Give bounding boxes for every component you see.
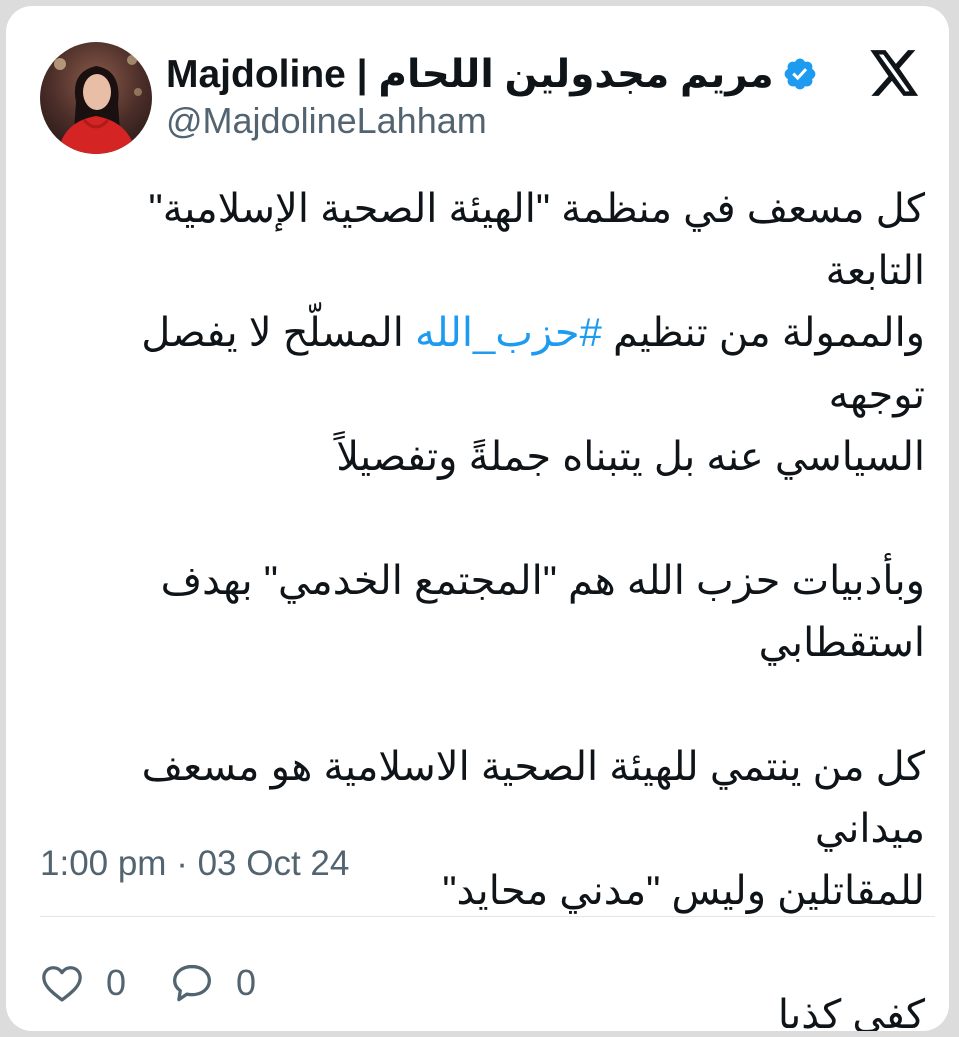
tweet-text-span: للمقاتلين وليس "مدني محايد": [442, 869, 925, 913]
like-button[interactable]: 0: [40, 962, 126, 1004]
tweet-line: استقطابي: [45, 612, 925, 674]
tweet-paragraph: وبأدبيات حزب الله هم "المجتمع الخدمي" به…: [45, 550, 925, 674]
reply-count: 0: [236, 962, 257, 1003]
tweet-line: كل من ينتمي للهيئة الصحية الاسلامية هو م…: [45, 736, 925, 860]
author-handle[interactable]: @MajdolineLahham: [166, 100, 487, 142]
tweet-line: كل مسعف في منظمة "الهيئة الصحية الإسلامي…: [45, 178, 925, 302]
display-name[interactable]: مريم مجدولين اللحام | Majdoline: [166, 52, 774, 97]
tweet-text-span: والممولة من تنظيم: [601, 311, 925, 355]
heart-icon: [40, 963, 84, 1003]
verified-badge-icon: [782, 56, 818, 92]
tweet-paragraph: كل من ينتمي للهيئة الصحية الاسلامية هو م…: [45, 736, 925, 922]
tweet-text-span: استقطابي: [758, 621, 925, 665]
hashtag-link[interactable]: #حزب_الله: [415, 311, 602, 355]
reply-button[interactable]: 0: [170, 962, 256, 1004]
tweet-card: مريم مجدولين اللحام | Majdoline @Majdoli…: [6, 6, 949, 1031]
comment-icon: [170, 962, 214, 1004]
tweet-text-span: كفى كذبا: [777, 993, 925, 1031]
tweet-text-span: وبأدبيات حزب الله هم "المجتمع الخدمي" به…: [160, 559, 925, 603]
divider: [40, 916, 935, 917]
author-name-row: مريم مجدولين اللحام | Majdoline: [166, 50, 818, 98]
tweet-text-span: السياسي عنه بل يتبناه جملةً وتفصيلاً: [336, 435, 925, 479]
tweet-line: السياسي عنه بل يتبناه جملةً وتفصيلاً: [45, 426, 925, 488]
tweet-actions: 0 0: [40, 958, 300, 1008]
x-logo-icon[interactable]: [870, 50, 920, 101]
avatar[interactable]: [40, 42, 152, 154]
tweet-timestamp[interactable]: 1:00 pm · 03 Oct 24: [40, 844, 349, 884]
tweet-text-span: كل من ينتمي للهيئة الصحية الاسلامية هو م…: [141, 745, 925, 851]
tweet-line: وبأدبيات حزب الله هم "المجتمع الخدمي" به…: [45, 550, 925, 612]
tweet-text-span: كل مسعف في منظمة "الهيئة الصحية الإسلامي…: [148, 187, 925, 293]
like-count: 0: [106, 962, 127, 1003]
tweet-paragraph: كل مسعف في منظمة "الهيئة الصحية الإسلامي…: [45, 178, 925, 488]
profile-photo: [40, 42, 152, 154]
tweet-line: والممولة من تنظيم #حزب_الله المسلّح لا ي…: [45, 302, 925, 426]
tweet-text: كل مسعف في منظمة "الهيئة الصحية الإسلامي…: [45, 178, 925, 1031]
